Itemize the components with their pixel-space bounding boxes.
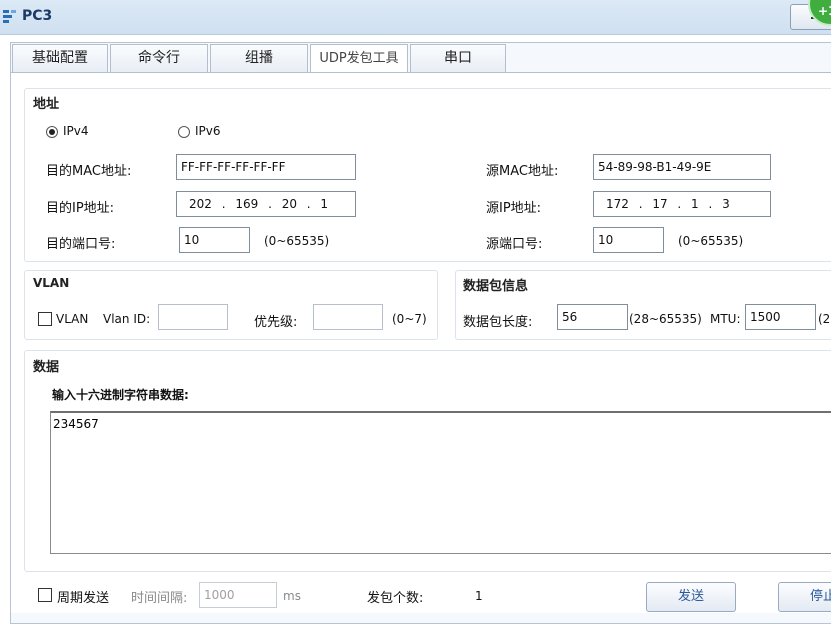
- src-port-input[interactable]: 10: [593, 227, 664, 253]
- tab-multicast[interactable]: 组播: [210, 44, 308, 72]
- vlan-id-input[interactable]: [158, 304, 228, 330]
- packet-length-input[interactable]: 56: [557, 304, 628, 330]
- mtu-label: MTU:: [710, 312, 741, 326]
- mtu-input[interactable]: 1500: [745, 304, 816, 330]
- packet-count-value: 1: [475, 589, 483, 603]
- vlan-checkbox-label: VLAN: [56, 312, 89, 326]
- tab-udp-tool[interactable]: UDP发包工具: [310, 44, 408, 74]
- priority-label: 优先级:: [254, 315, 298, 330]
- ipv4-label: IPv4: [63, 124, 89, 138]
- vlan-checkbox[interactable]: [38, 312, 52, 326]
- dst-ip-input[interactable]: 202 . 169 . 20 . 1: [176, 191, 356, 217]
- priority-input[interactable]: [313, 304, 383, 330]
- help-badge-label: +1: [818, 4, 831, 18]
- packet-info-title: 数据包信息: [463, 279, 529, 294]
- data-group-title: 数据: [33, 360, 60, 375]
- ipv6-radio[interactable]: [178, 126, 190, 138]
- interval-input[interactable]: 1000: [199, 582, 277, 608]
- periodic-send-label: 周期发送: [57, 591, 110, 606]
- src-ip-input[interactable]: 172 . 17 . 1 . 3: [593, 191, 771, 217]
- vlan-group-title: VLAN: [33, 276, 70, 290]
- priority-range: (0~7): [392, 312, 427, 326]
- packet-length-range: (28~65535): [629, 312, 702, 326]
- stop-button[interactable]: 停止: [778, 582, 831, 612]
- tab-serial[interactable]: 串口: [410, 44, 506, 72]
- app-icon: [3, 10, 16, 23]
- tab-command-line[interactable]: 命令行: [110, 44, 208, 72]
- src-mac-label: 源MAC地址:: [486, 164, 559, 179]
- hex-data-textarea[interactable]: 234567: [50, 411, 831, 554]
- hex-data-label: 输入十六进制字符串数据:: [52, 388, 189, 402]
- tab-basic-config[interactable]: 基础配置: [12, 44, 108, 72]
- packet-count-label: 发包个数:: [367, 591, 424, 606]
- packet-length-label: 数据包长度:: [463, 315, 533, 330]
- src-port-range: (0~65535): [678, 234, 744, 248]
- send-button[interactable]: 发送: [646, 582, 736, 612]
- window-title: PC3: [22, 8, 53, 24]
- dst-mac-input[interactable]: FF-FF-FF-FF-FF-FF: [176, 154, 356, 180]
- vlan-id-label: Vlan ID:: [103, 312, 151, 326]
- interval-label: 时间间隔:: [131, 591, 188, 606]
- dst-port-label: 目的端口号:: [46, 237, 116, 252]
- ipv6-label: IPv6: [195, 124, 221, 138]
- dst-port-range: (0~65535): [264, 234, 330, 248]
- interval-unit: ms: [283, 589, 301, 603]
- address-group-title: 地址: [33, 97, 60, 112]
- dst-mac-label: 目的MAC地址:: [46, 164, 132, 179]
- src-ip-label: 源IP地址:: [486, 201, 542, 216]
- ipv4-radio[interactable]: [46, 126, 58, 138]
- src-mac-input[interactable]: 54-89-98-B1-49-9E: [593, 154, 771, 180]
- mtu-range: (2: [818, 312, 831, 326]
- dst-ip-label: 目的IP地址:: [46, 201, 115, 216]
- title-bar: PC3 +1: [0, 0, 831, 35]
- src-port-label: 源端口号:: [486, 237, 543, 252]
- periodic-send-checkbox[interactable]: [38, 588, 52, 602]
- dst-port-input[interactable]: 10: [179, 227, 250, 253]
